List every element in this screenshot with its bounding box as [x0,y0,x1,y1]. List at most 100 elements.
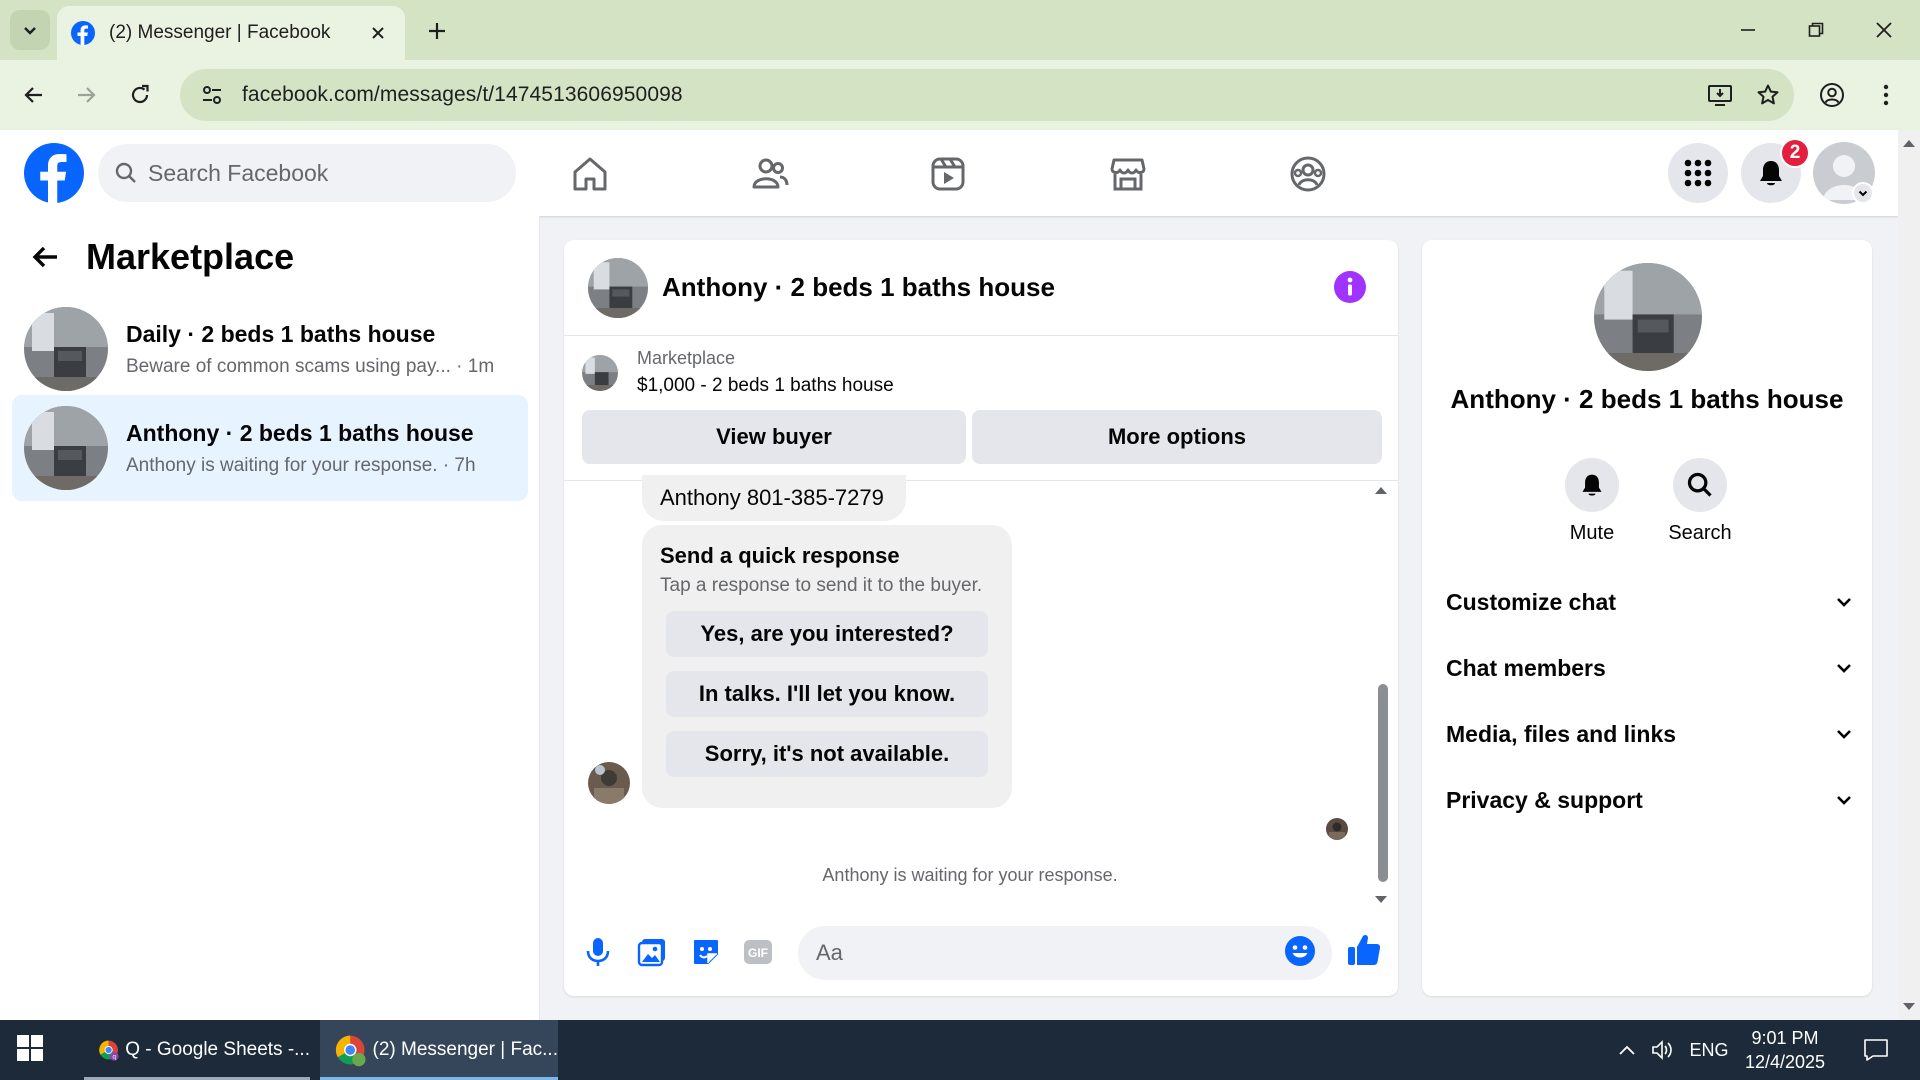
quick-reply-button[interactable]: In talks. I'll let you know. [666,671,988,717]
windows-logo-icon [17,1035,43,1061]
marketplace-icon [1110,158,1146,191]
message-input[interactable] [816,940,1284,966]
scroll-up-icon[interactable] [1374,485,1388,495]
sticker-button[interactable] [688,934,724,970]
view-buyer-button[interactable]: View buyer [582,410,966,464]
chevron-down-icon [1837,664,1851,673]
send-like-button[interactable] [1346,932,1386,972]
clock-time: 9:01 PM [1751,1028,1819,1048]
action-center-button[interactable] [1856,1020,1896,1080]
attach-photo-button[interactable] [634,934,670,970]
chat-thumbnail[interactable] [588,257,648,318]
scroll-down-icon[interactable] [1374,895,1388,905]
page-scrollbar[interactable] [1898,130,1920,1020]
row-label: Media, files and links [1446,720,1677,747]
browser-tab-bar: (2) Messenger | Facebook [0,0,1920,60]
browser-toolbar: facebook.com/messages/t/1474513606950098 [0,60,1920,130]
minimize-icon [1741,29,1755,31]
video-icon [931,157,965,191]
media-files-links-row[interactable]: Media, files and links [1446,707,1854,761]
restore-button[interactable] [1796,12,1836,48]
groups-icon [1290,156,1326,192]
quick-response-subtitle: Tap a response to send it to the buyer. [660,575,983,596]
quick-reply-button[interactable]: Sorry, it's not available. [666,731,988,777]
arrow-right-icon [78,87,96,103]
install-app-button[interactable] [1698,73,1742,117]
mute-action[interactable]: Mute [1547,458,1637,545]
svg-text:q: q [112,1054,116,1061]
close-window-button[interactable] [1864,12,1904,48]
site-settings-button[interactable] [194,77,230,113]
taskbar-item-messenger[interactable]: (2) Messenger | Fac... [320,1020,558,1080]
tab-search-button[interactable] [10,10,50,50]
show-hidden-icons-button[interactable] [1612,1020,1642,1080]
account-circle-icon [1820,83,1844,107]
more-options-button[interactable]: More options [972,410,1382,464]
customize-chat-row[interactable]: Customize chat [1446,575,1854,629]
url-text[interactable]: facebook.com/messages/t/1474513606950098 [242,83,1698,107]
mute-button[interactable] [1565,458,1619,512]
friends-icon [752,158,789,189]
menu-button[interactable] [1668,143,1728,203]
nav-video[interactable] [924,150,972,198]
bookmark-button[interactable] [1746,73,1790,117]
start-button[interactable] [16,1034,48,1066]
facebook-search[interactable] [98,144,516,202]
back-button[interactable] [14,75,54,115]
nav-home[interactable] [566,150,614,198]
nav-groups[interactable] [1284,150,1332,198]
arrow-left-icon[interactable] [28,240,62,274]
forward-button[interactable] [66,75,106,115]
message-composer[interactable] [798,926,1332,980]
install-icon [1708,85,1732,106]
listing-thumbnail [24,406,108,490]
taskbar-item-google-sheets[interactable]: q Q - Google Sheets -... [84,1020,310,1080]
scroll-up-icon[interactable] [1898,136,1920,150]
chat-title[interactable]: Anthony · 2 beds 1 baths house [662,272,1055,303]
windows-taskbar: q Q - Google Sheets -... (2) Messenger |… [0,1020,1920,1080]
conversation-item-active[interactable]: Anthony · 2 beds 1 baths house Anthony i… [12,395,528,501]
address-bar[interactable]: facebook.com/messages/t/1474513606950098 [180,69,1794,121]
volume-button[interactable] [1648,1020,1678,1080]
scroll-down-icon[interactable] [1898,1000,1920,1014]
nav-marketplace[interactable] [1104,150,1152,198]
chat-members-row[interactable]: Chat members [1446,641,1854,695]
tab-close-button[interactable] [365,20,391,46]
conversation-name: Anthony · 2 beds 1 baths house [126,419,474,446]
minimize-button[interactable] [1728,12,1768,48]
marketplace-listing-info: Marketplace $1,000 - 2 beds 1 baths hous… [582,348,894,397]
chat-panel: Anthony · 2 beds 1 baths house Marketpla… [564,240,1398,996]
account-menu-chevron[interactable] [1852,182,1874,204]
search-in-conversation-button[interactable] [1673,458,1727,512]
new-tab-button[interactable] [420,14,454,48]
gif-button[interactable]: GIF [740,934,776,970]
nav-friends[interactable] [746,150,794,198]
search-action[interactable]: Search [1655,458,1745,545]
emoji-button[interactable] [1284,935,1320,971]
taskbar-item-label: Q - Google Sheets -... [125,1039,310,1060]
facebook-home-logo[interactable] [24,143,84,203]
browser-tab-messenger[interactable]: (2) Messenger | Facebook [57,6,405,60]
reload-button[interactable] [120,75,160,115]
voice-clip-button[interactable] [580,934,616,970]
quick-reply-button[interactable]: Yes, are you interested? [666,611,988,657]
search-icon [1687,472,1712,497]
profile-button[interactable] [1812,75,1852,115]
conversation-item[interactable]: Daily · 2 beds 1 baths house Beware of c… [12,296,528,402]
chat-scroll-thumb[interactable] [1378,684,1388,882]
browser-menu-button[interactable] [1866,75,1906,115]
listing-price-title[interactable]: $1,000 - 2 beds 1 baths house [637,375,894,397]
listing-thumbnail [24,307,108,391]
row-label: Customize chat [1446,588,1616,615]
chrome-icon [335,1035,366,1067]
restore-icon [1808,22,1824,37]
input-language[interactable]: ENG [1684,1020,1734,1080]
privacy-support-row[interactable]: Privacy & support [1446,773,1854,827]
star-icon [1757,84,1779,105]
system-clock[interactable]: 9:01 PM 12/4/2025 [1730,1026,1840,1074]
bell-icon [1582,474,1602,496]
search-input[interactable] [148,159,488,187]
listing-thumbnail [582,354,618,391]
close-icon [1876,22,1892,38]
conversation-info-button[interactable] [1334,271,1366,303]
